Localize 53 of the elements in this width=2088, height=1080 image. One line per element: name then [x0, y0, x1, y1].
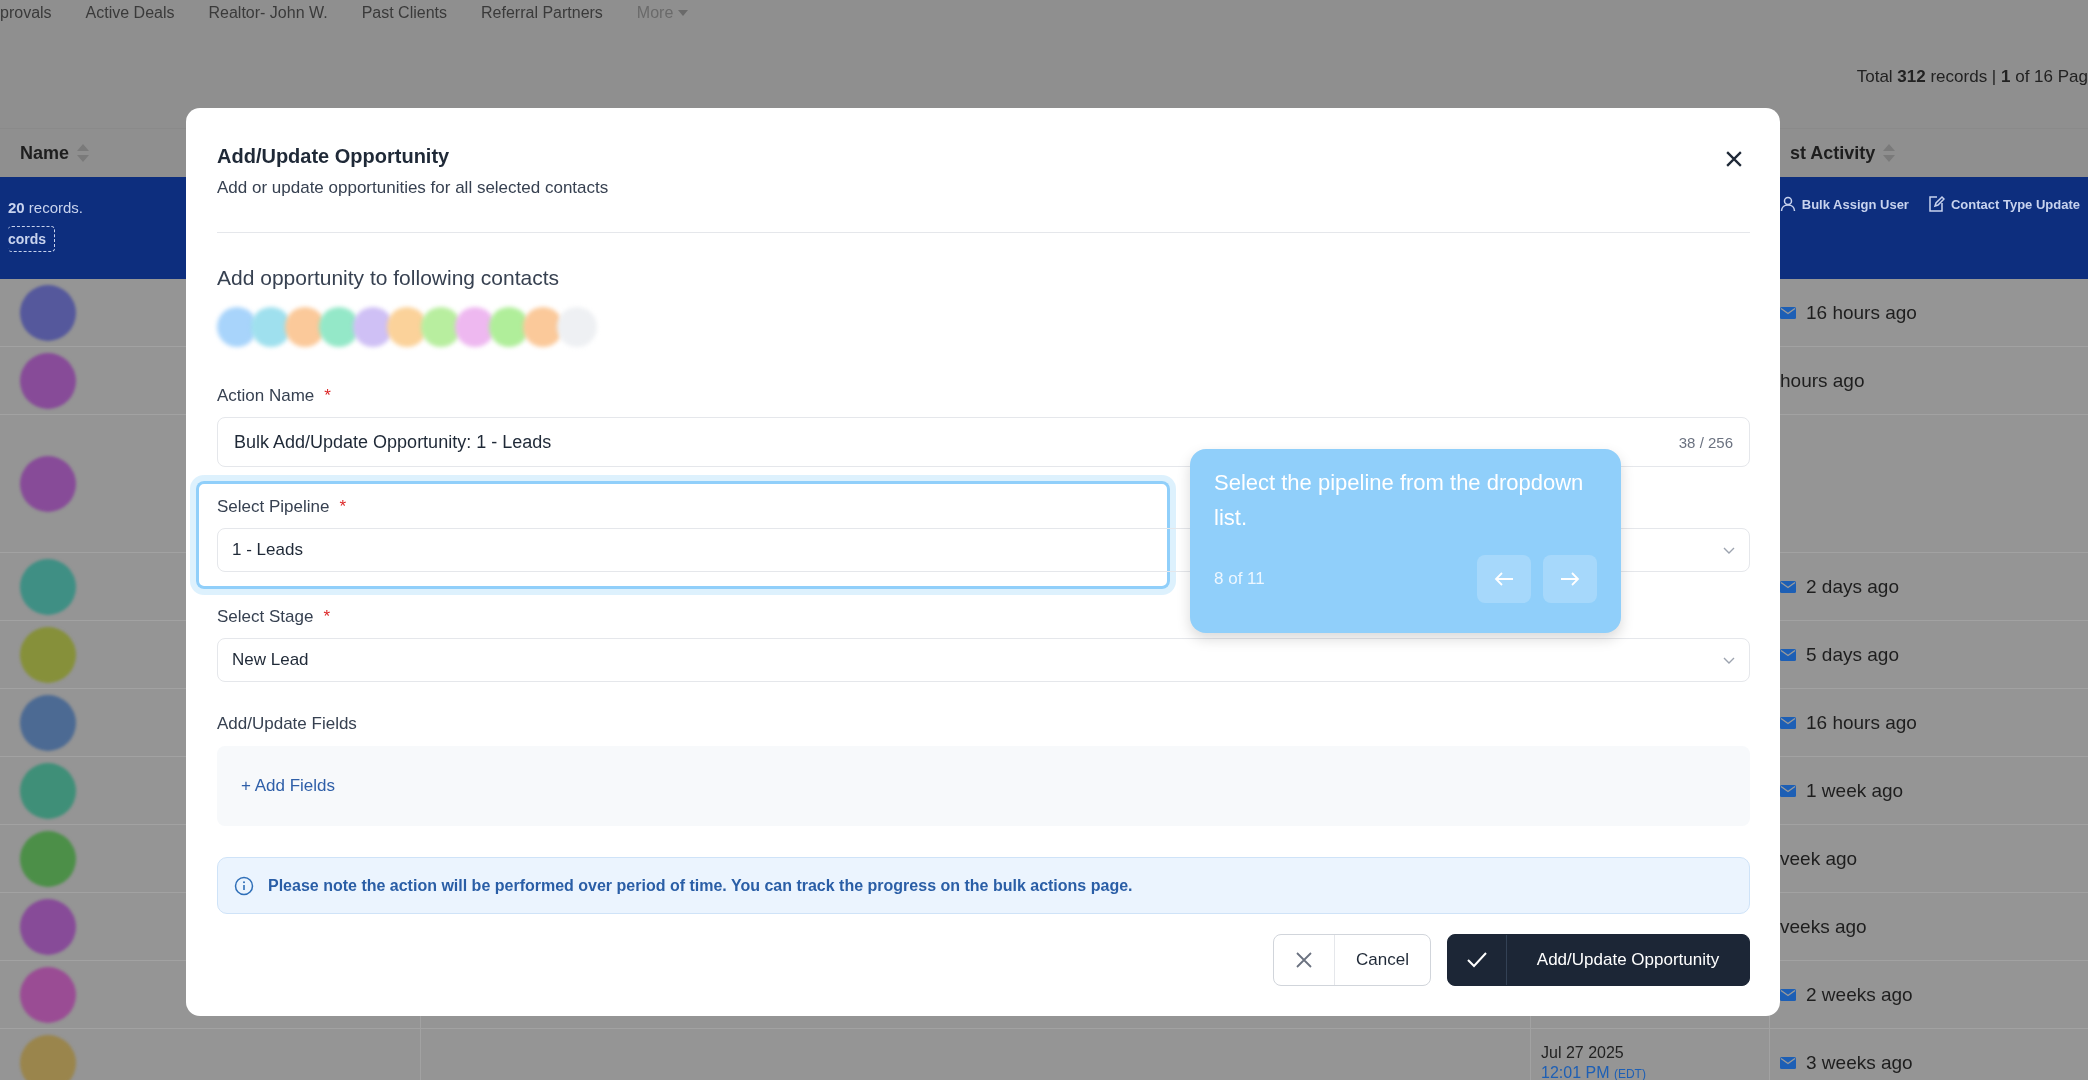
notice-text: Please note the action will be performed over period of time. You can track the progress on the bulk actions page. [268, 876, 1133, 895]
selection-count: 20 records. [8, 199, 84, 216]
last-activity: 2 weeks ago [1806, 983, 1913, 1006]
check-icon [1467, 952, 1487, 968]
user-icon [1779, 196, 1796, 212]
step-counter: 8 of 11 [1214, 569, 1265, 589]
required-mark: * [323, 607, 331, 627]
stage-select[interactable]: New Lead [217, 638, 1750, 682]
next-button[interactable] [1543, 555, 1597, 603]
chevron-down-icon [1723, 656, 1735, 664]
nav-tab[interactable]: Past Clients [361, 4, 448, 22]
edit-icon [1926, 195, 1945, 213]
column-header[interactable]: st Activity [1790, 142, 2088, 164]
last-activity: veek ago [1780, 847, 1858, 870]
select-records-button[interactable]: cords [8, 226, 56, 252]
modal-title: Add/Update Opportunity [217, 144, 451, 169]
last-activity: 2 days ago [1806, 575, 1899, 598]
last-activity: 16 hours ago [1806, 711, 1917, 734]
arrow-left-icon [1494, 571, 1514, 587]
records-summary: Total 312 records | 1 of 16 Pag [1856, 67, 2088, 87]
arrow-right-icon [1560, 571, 1580, 587]
info-icon [234, 875, 254, 896]
field-label: Select Pipeline [217, 497, 330, 517]
previous-button[interactable] [1477, 555, 1531, 603]
field-label: Select Stage [217, 607, 314, 627]
date-text: Jul 27 2025 [1541, 1043, 1624, 1062]
close-icon[interactable] [1726, 151, 1742, 167]
last-activity: 3 weeks ago [1806, 1051, 1913, 1074]
nav-tab[interactable]: Referral Partners [481, 4, 603, 22]
add-fields-link[interactable]: + Add Fields [241, 776, 336, 796]
caret-icon [678, 10, 689, 16]
column-header[interactable]: Name [0, 142, 90, 164]
submit-button[interactable]: Add/Update Opportunity [1447, 934, 1750, 986]
last-activity: 5 days ago [1806, 643, 1899, 666]
field-label: Action Name [217, 386, 315, 406]
field-label: Add/Update Fields [217, 714, 357, 734]
modal-subtitle: Add or update opportunities for all selected contacts [217, 177, 609, 199]
last-activity: veeks ago [1780, 915, 1867, 938]
required-mark: * [324, 386, 331, 406]
cancel-button[interactable]: Cancel [1273, 934, 1431, 986]
nav-tab[interactable]: Realtor- John W. [208, 4, 328, 22]
time-text: 12:01 PM (EDT) [1541, 1063, 1646, 1080]
nav-tab[interactable]: provals [0, 4, 52, 22]
last-activity: hours ago [1780, 369, 1865, 392]
nav-tab[interactable]: Active Deals [85, 4, 175, 22]
close-icon [1296, 952, 1312, 968]
last-activity: 16 hours ago [1806, 301, 1917, 324]
chevron-down-icon [1723, 546, 1735, 554]
last-activity: 1 week ago [1806, 779, 1904, 802]
contacts-heading: Add opportunity to following contacts [217, 266, 561, 290]
required-mark: * [339, 497, 347, 517]
bulk-action[interactable]: Contact Type Update [1926, 193, 2080, 215]
bulk-action[interactable]: Bulk Assign User [1779, 193, 1909, 215]
